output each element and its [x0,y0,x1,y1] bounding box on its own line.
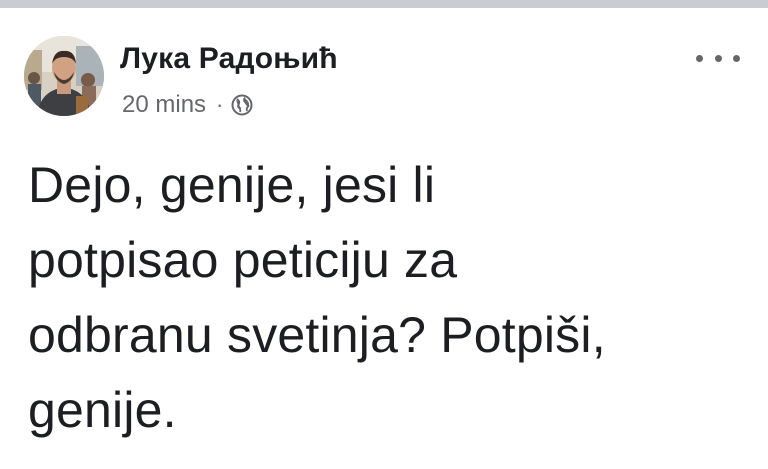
author-name[interactable]: Лука Радоњић [120,42,338,76]
post-text-line: odbranu svetinja? Potpiši, [28,307,606,363]
post-text-line: Dejo, genije, jesi li [28,157,436,213]
post-text: Dejo, genije, jesi li potpisao peticiju … [28,148,748,448]
avatar-photo [24,36,104,116]
more-options-icon[interactable] [696,48,740,68]
avatar[interactable] [24,36,104,116]
feed-divider-bar [0,0,768,8]
post-text-line: genije. [28,382,177,438]
facebook-post: Лука Радоњић 20 mins · Dejo, genije, jes… [0,8,768,469]
more-dot [714,54,722,62]
post-text-line: potpisao peticiju za [28,232,458,288]
post-timestamp[interactable]: 20 mins [122,91,206,119]
globe-icon[interactable] [231,94,253,116]
post-meta: 20 mins · [122,90,253,120]
more-dot [696,54,703,62]
more-dot [733,54,740,62]
meta-separator: · [216,92,224,117]
